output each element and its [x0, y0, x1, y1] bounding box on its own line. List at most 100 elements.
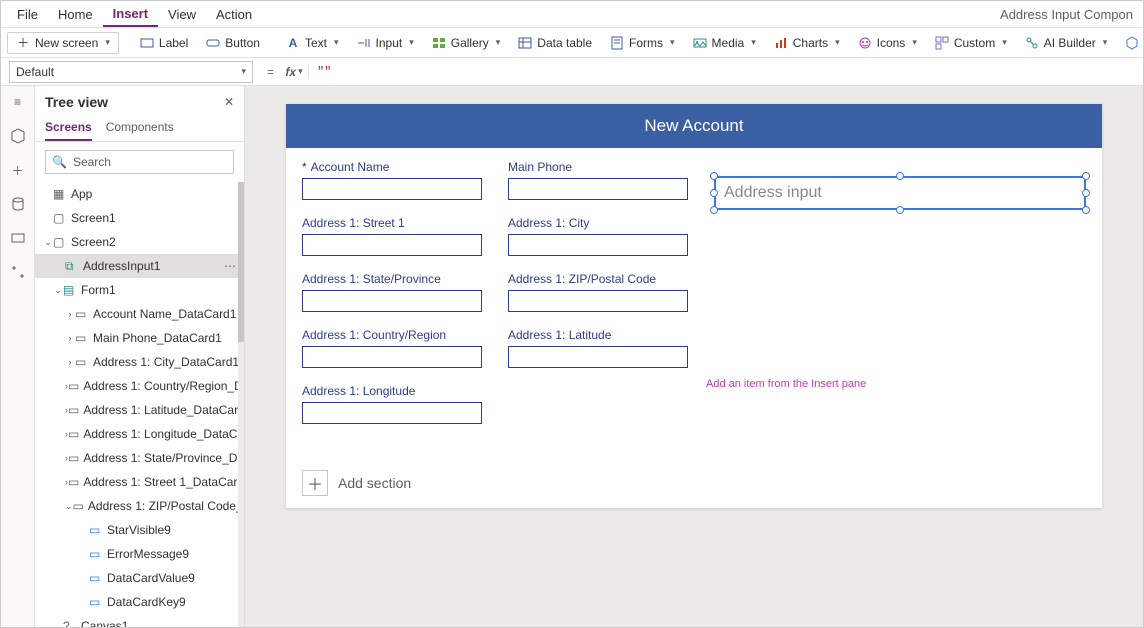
tree-view-icon[interactable] [8, 126, 28, 146]
collapse-icon[interactable]: ⌄ [65, 501, 73, 512]
tree-label: Address 1: ZIP/Postal Code_DataCard1 [88, 499, 244, 513]
input-country[interactable] [302, 346, 482, 368]
tree-node-errormessage[interactable]: ▭ErrorMessage9 [35, 542, 244, 566]
input-accountname[interactable] [302, 178, 482, 200]
tab-screens[interactable]: Screens [45, 114, 92, 141]
tree-node-card[interactable]: ›▭Address 1: Street 1_DataCard1 [35, 470, 244, 494]
collapse-icon[interactable]: ⌄ [43, 237, 53, 248]
collapse-icon[interactable]: ⌄ [53, 285, 63, 296]
resize-handle[interactable] [1082, 172, 1090, 180]
tree-node-form1[interactable]: ⌄▤Form1 [35, 278, 244, 302]
form-icon: ▤ [63, 283, 77, 297]
gallery-icon [432, 36, 446, 50]
resize-handle[interactable] [896, 206, 904, 214]
screen-icon: ▢ [53, 211, 67, 225]
gallery-button[interactable]: Gallery▾ [423, 32, 510, 54]
menu-file[interactable]: File [7, 3, 48, 26]
tree-node-addressinput[interactable]: ⧉AddressInput1⋯ [35, 254, 244, 278]
custom-button[interactable]: Custom▾ [926, 32, 1016, 54]
add-section-label: Add section [338, 475, 411, 491]
media-pane-icon[interactable] [8, 228, 28, 248]
icons-button[interactable]: Icons▾ [849, 32, 926, 54]
menu-view[interactable]: View [158, 3, 206, 26]
aibuilder-button[interactable]: AI Builder▾ [1016, 32, 1117, 54]
address-input-component[interactable]: Address input [714, 176, 1086, 210]
custom-icon [935, 36, 949, 50]
text-button[interactable]: AText▾ [277, 32, 348, 54]
input-state[interactable] [302, 290, 482, 312]
menu-home[interactable]: Home [48, 3, 103, 26]
input-button[interactable]: Input▾ [348, 32, 423, 54]
input-city[interactable] [508, 234, 688, 256]
tree-node-card[interactable]: ›▭Address 1: Longitude_DataCard1 [35, 422, 244, 446]
canvas-area[interactable]: New Account *Account Name Address 1: Str… [245, 86, 1143, 627]
input-street[interactable] [302, 234, 482, 256]
forms-button[interactable]: Forms▾ [601, 32, 684, 54]
resize-handle[interactable] [710, 206, 718, 214]
input-latitude[interactable] [508, 346, 688, 368]
datatable-button[interactable]: Data table [509, 32, 601, 54]
tree-node-card[interactable]: ›▭Address 1: State/Province_DataCard1 [35, 446, 244, 470]
menu-insert[interactable]: Insert [103, 2, 158, 27]
tree-node-card[interactable]: ›▭Main Phone_DataCard1 [35, 326, 244, 350]
tree-search[interactable]: 🔍 Search [45, 150, 234, 174]
mixedreality-button[interactable]: Mixed Reality▾ [1116, 32, 1144, 54]
button-text: Button [225, 36, 260, 50]
add-section[interactable]: ＋ Add section [302, 470, 411, 496]
field-label: Address 1: Latitude [508, 328, 611, 342]
tree-node-card[interactable]: ›▭Address 1: City_DataCard1 [35, 350, 244, 374]
tree-node-datacardkey[interactable]: ▭DataCardKey9 [35, 590, 244, 614]
field-label: Address 1: Country/Region [302, 328, 446, 342]
tree-label: Address 1: Longitude_DataCard1 [83, 427, 244, 441]
data-pane-icon[interactable] [8, 194, 28, 214]
button-button[interactable]: Button [197, 32, 269, 54]
datatable-label: Data table [537, 36, 592, 50]
tree-label: StarVisible9 [107, 523, 171, 537]
resize-handle[interactable] [1082, 189, 1090, 197]
charts-button[interactable]: Charts▾ [765, 32, 849, 54]
button-icon [206, 36, 220, 50]
hamburger-icon[interactable]: ≡ [8, 92, 28, 112]
tree-node-app[interactable]: ▦App [35, 182, 244, 206]
text-icon: A [286, 36, 300, 50]
more-icon[interactable]: ⋯ [220, 259, 240, 273]
new-screen-button[interactable]: ＋ New screen ▾ [7, 32, 119, 54]
resize-handle[interactable] [1082, 206, 1090, 214]
menu-action[interactable]: Action [206, 3, 262, 26]
tree-node-card[interactable]: ⌄▭Address 1: ZIP/Postal Code_DataCard1 [35, 494, 244, 518]
input-longitude[interactable] [302, 402, 482, 424]
expand-icon[interactable]: › [65, 309, 75, 319]
tree-node-datacardvalue[interactable]: ▭DataCardValue9 [35, 566, 244, 590]
tree-node-card[interactable]: ›▭Account Name_DataCard1 [35, 302, 244, 326]
tree-scrollbar[interactable] [238, 182, 244, 627]
tools-icon[interactable] [8, 262, 28, 282]
fx-button[interactable]: fx▾ [280, 65, 308, 79]
tree-node-card[interactable]: ›▭Address 1: Country/Region_DataCard1 [35, 374, 244, 398]
label-text: Label [159, 36, 188, 50]
input-mainphone[interactable] [508, 178, 688, 200]
tree-node-starvisible[interactable]: ▭StarVisible9 [35, 518, 244, 542]
resize-handle[interactable] [710, 172, 718, 180]
canvas[interactable]: New Account *Account Name Address 1: Str… [286, 104, 1102, 508]
resize-handle[interactable] [710, 189, 718, 197]
tree-label: Address 1: Country/Region_DataCard1 [83, 379, 244, 393]
tree-node-screen1[interactable]: ▢Screen1 [35, 206, 244, 230]
media-button[interactable]: Media▾ [684, 32, 765, 54]
tree-node-screen2[interactable]: ⌄▢Screen2 [35, 230, 244, 254]
address-input-box[interactable]: Address input [714, 176, 1086, 210]
tree-node-card[interactable]: ›▭Address 1: Latitude_DataCard1 [35, 398, 244, 422]
tab-components[interactable]: Components [106, 114, 174, 141]
resize-handle[interactable] [896, 172, 904, 180]
formula-input[interactable]: "" [308, 65, 1143, 79]
screen-icon: ▢ [53, 235, 67, 249]
tree-node-canvas[interactable]: ⌄?Canvas1 [35, 614, 244, 627]
input-zip[interactable] [508, 290, 688, 312]
search-placeholder: Search [73, 155, 111, 169]
field-label: Address 1: State/Province [302, 272, 441, 286]
property-selector[interactable]: Default ▾ [9, 61, 253, 83]
insert-pane-icon[interactable]: ＋ [8, 160, 28, 180]
insert-hint[interactable]: Add an item from the Insert pane [706, 378, 866, 390]
close-icon[interactable]: ✕ [224, 95, 234, 109]
app-title: Address Input Compon [1000, 7, 1137, 22]
label-button[interactable]: Label [131, 32, 197, 54]
